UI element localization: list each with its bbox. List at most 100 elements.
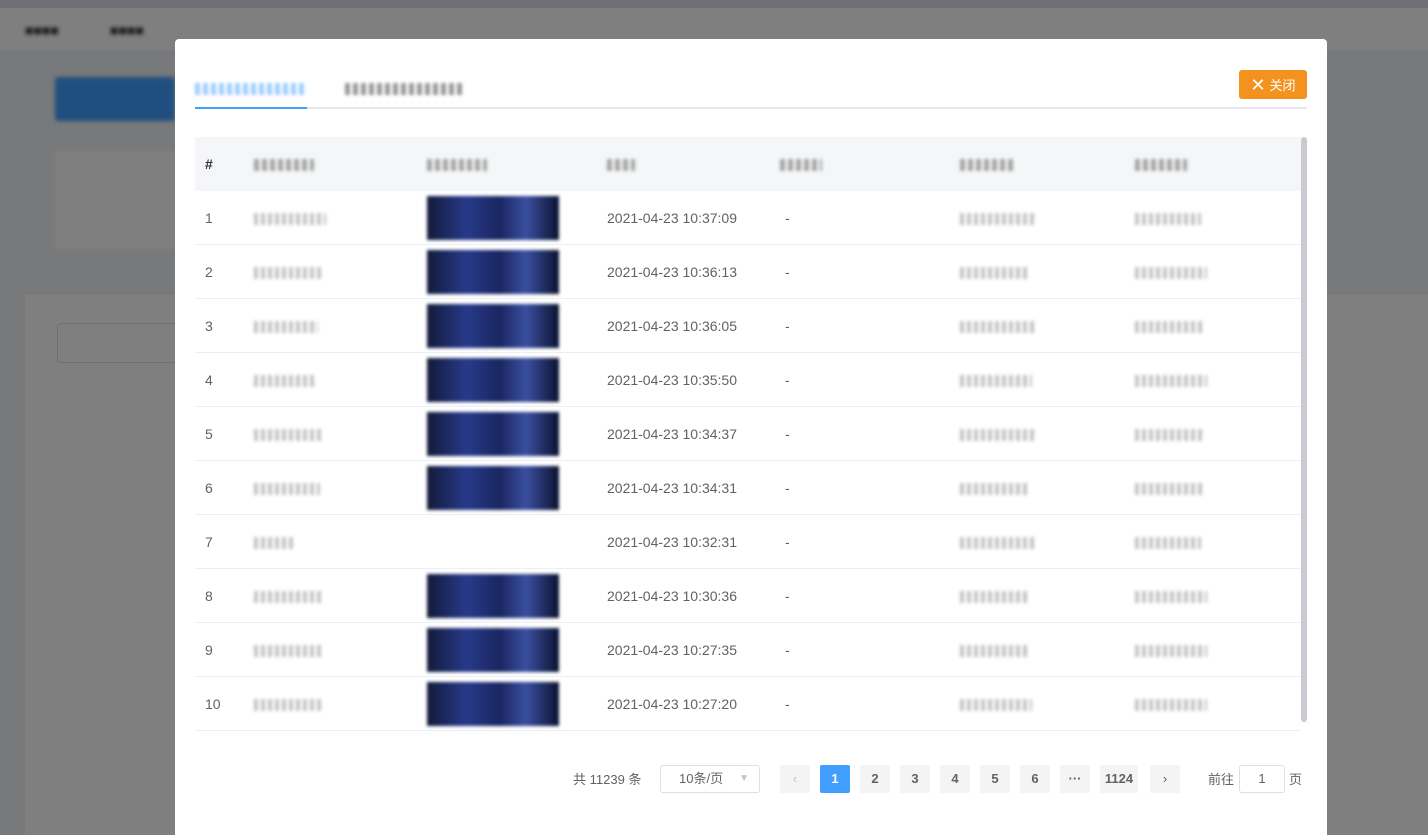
row-field bbox=[1135, 407, 1205, 461]
row-time: 2021-04-23 10:37:09 bbox=[607, 210, 737, 226]
thumbnail-image bbox=[427, 250, 559, 294]
table-row[interactable]: 2 2021-04-23 10:36:13 - bbox=[195, 245, 1301, 299]
row-thumbnail[interactable] bbox=[427, 520, 559, 564]
active-tab-indicator bbox=[195, 107, 307, 109]
records-dialog: ■■■■■■■■ ■■■■■■■■ ✕ 关闭 # 1 2021-0 bbox=[175, 39, 1327, 835]
more-pages-button[interactable]: ··· bbox=[1060, 765, 1090, 793]
column-header bbox=[780, 137, 822, 191]
row-index: 2 bbox=[205, 264, 213, 280]
row-name bbox=[254, 245, 324, 299]
column-header bbox=[960, 137, 1015, 191]
page-button[interactable]: 6 bbox=[1020, 765, 1050, 793]
column-header bbox=[254, 137, 314, 191]
row-field bbox=[1135, 461, 1203, 515]
row-time: 2021-04-23 10:36:05 bbox=[607, 318, 737, 334]
close-icon: ✕ bbox=[1250, 74, 1266, 95]
page-button[interactable]: 2 bbox=[860, 765, 890, 793]
table-row[interactable]: 4 2021-04-23 10:35:50 - bbox=[195, 353, 1301, 407]
row-index: 9 bbox=[205, 642, 213, 658]
row-time: 2021-04-23 10:27:35 bbox=[607, 642, 737, 658]
chevron-right-icon: › bbox=[1162, 771, 1168, 786]
thumbnail-image bbox=[427, 466, 559, 510]
column-header bbox=[427, 137, 487, 191]
row-name bbox=[254, 515, 294, 569]
row-thumbnail[interactable] bbox=[427, 304, 559, 348]
table-row[interactable]: 3 2021-04-23 10:36:05 - bbox=[195, 299, 1301, 353]
table-row[interactable]: 7 2021-04-23 10:32:31 - bbox=[195, 515, 1301, 569]
thumbnail-image bbox=[427, 628, 559, 672]
tab-second[interactable]: ■■■■■■■■ bbox=[345, 77, 465, 109]
page-suffix: 页 bbox=[1289, 772, 1303, 787]
pagination-total: 共 11239 条 bbox=[573, 772, 642, 787]
row-index: 3 bbox=[205, 318, 213, 334]
row-empty-value: - bbox=[785, 264, 790, 280]
table-row[interactable]: 10 2021-04-23 10:27:20 - bbox=[195, 677, 1301, 731]
row-field bbox=[960, 191, 1035, 245]
row-empty-value: - bbox=[785, 426, 790, 442]
row-index: 10 bbox=[205, 696, 221, 712]
column-header-index: # bbox=[205, 156, 213, 172]
row-name bbox=[254, 623, 324, 677]
row-empty-value: - bbox=[785, 696, 790, 712]
thumbnail-image bbox=[427, 520, 559, 564]
row-name bbox=[254, 299, 318, 353]
goto-page-input[interactable]: 1 bbox=[1239, 765, 1285, 793]
row-thumbnail[interactable] bbox=[427, 574, 559, 618]
row-name bbox=[254, 461, 320, 515]
close-button[interactable]: ✕ 关闭 bbox=[1239, 70, 1307, 99]
row-thumbnail[interactable] bbox=[427, 628, 559, 672]
row-name bbox=[254, 191, 326, 245]
row-thumbnail[interactable] bbox=[427, 682, 559, 726]
thumbnail-image bbox=[427, 196, 559, 240]
table-scrollbar[interactable] bbox=[1301, 137, 1307, 722]
row-thumbnail[interactable] bbox=[427, 196, 559, 240]
row-thumbnail[interactable] bbox=[427, 466, 559, 510]
page-button[interactable]: 1 bbox=[820, 765, 850, 793]
row-field bbox=[960, 461, 1028, 515]
table-row[interactable]: 9 2021-04-23 10:27:35 - bbox=[195, 623, 1301, 677]
row-name bbox=[254, 569, 324, 623]
row-field bbox=[960, 299, 1036, 353]
row-field bbox=[960, 677, 1032, 731]
thumbnail-image bbox=[427, 358, 559, 402]
row-thumbnail[interactable] bbox=[427, 358, 559, 402]
page-button[interactable]: 5 bbox=[980, 765, 1010, 793]
table-row[interactable]: 5 2021-04-23 10:34:37 - bbox=[195, 407, 1301, 461]
pagination: 共 11239 条 10条/页 ▼ ‹ 1 2 3 4 5 6 ··· 1124… bbox=[175, 765, 1327, 795]
row-field bbox=[1135, 569, 1207, 623]
column-header bbox=[607, 137, 635, 191]
row-time: 2021-04-23 10:36:13 bbox=[607, 264, 737, 280]
chevron-down-icon: ▼ bbox=[739, 773, 749, 784]
row-empty-value: - bbox=[785, 642, 790, 658]
page-button[interactable]: 4 bbox=[940, 765, 970, 793]
row-field bbox=[960, 245, 1028, 299]
page-size-select[interactable]: 10条/页 ▼ bbox=[660, 765, 760, 793]
next-page-button[interactable]: › bbox=[1150, 765, 1180, 793]
row-field bbox=[1135, 515, 1201, 569]
row-thumbnail[interactable] bbox=[427, 412, 559, 456]
row-name bbox=[254, 677, 324, 731]
table-row[interactable]: 1 2021-04-23 10:37:09 - bbox=[195, 191, 1301, 245]
chevron-left-icon: ‹ bbox=[792, 771, 798, 786]
table-header: # bbox=[195, 137, 1301, 191]
row-field bbox=[1135, 353, 1207, 407]
table-row[interactable]: 8 2021-04-23 10:30:36 - bbox=[195, 569, 1301, 623]
page-button[interactable]: 3 bbox=[900, 765, 930, 793]
row-name bbox=[254, 353, 316, 407]
thumbnail-image bbox=[427, 412, 559, 456]
row-field bbox=[960, 623, 1028, 677]
thumbnail-image bbox=[427, 304, 559, 348]
row-field bbox=[960, 353, 1032, 407]
row-thumbnail[interactable] bbox=[427, 250, 559, 294]
goto-label: 前往 bbox=[1208, 772, 1235, 787]
prev-page-button[interactable]: ‹ bbox=[780, 765, 810, 793]
thumbnail-image bbox=[427, 682, 559, 726]
records-table: # 1 2021-04-23 10:37:09 - 2 2021-04-23 1… bbox=[195, 137, 1307, 731]
row-time: 2021-04-23 10:30:36 bbox=[607, 588, 737, 604]
tab-first[interactable]: ■■■■■■■■ bbox=[195, 77, 307, 109]
row-empty-value: - bbox=[785, 588, 790, 604]
table-row[interactable]: 6 2021-04-23 10:34:31 - bbox=[195, 461, 1301, 515]
row-index: 1 bbox=[205, 210, 213, 226]
page-button[interactable]: 1124 bbox=[1100, 765, 1138, 793]
row-time: 2021-04-23 10:35:50 bbox=[607, 372, 737, 388]
